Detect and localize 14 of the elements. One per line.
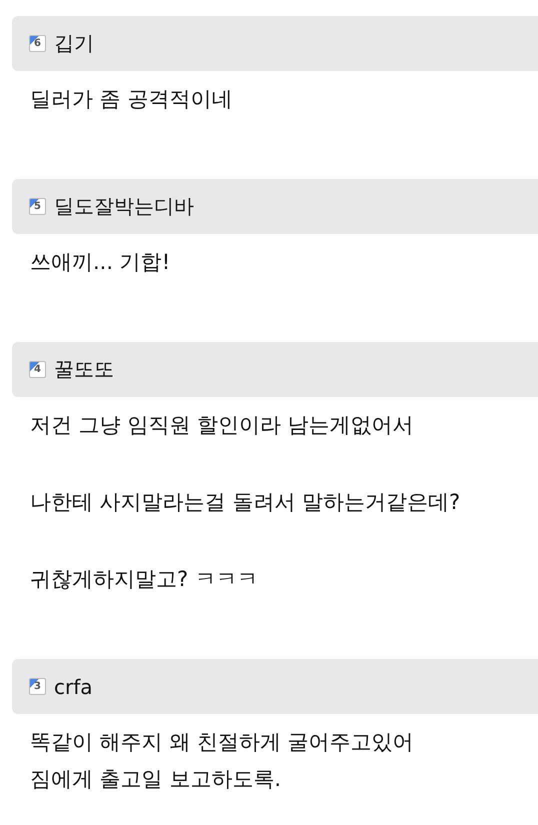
comment-text: 쓰애끼... 기합! bbox=[30, 249, 172, 276]
author-name[interactable]: 꿀또또 bbox=[54, 356, 114, 383]
level-badge: 3 bbox=[29, 678, 46, 695]
comment-text: 나한테 사지말라는걸 돌려서 말하는거같은데? bbox=[30, 489, 462, 516]
author-name[interactable]: 깁기 bbox=[54, 30, 94, 57]
level-badge: 6 bbox=[29, 35, 46, 52]
level-badge: 4 bbox=[29, 361, 46, 378]
comment-text: 똑같이 해주지 왜 친절하게 굴어주고있어 짐에게 출고일 보고하도록. bbox=[30, 729, 415, 793]
comment-text: 귀찮게하지말고? ㅋㅋㅋ bbox=[30, 566, 259, 593]
level-badge: 5 bbox=[29, 198, 46, 215]
author-name[interactable]: crfa bbox=[54, 674, 93, 698]
comment-text: 딜러가 좀 공격적이네 bbox=[30, 86, 234, 113]
author-name[interactable]: 딜도잘박는디바 bbox=[54, 193, 194, 220]
comment-text: 저건 그냥 임직원 할인이라 남는게없어서 bbox=[30, 412, 415, 439]
